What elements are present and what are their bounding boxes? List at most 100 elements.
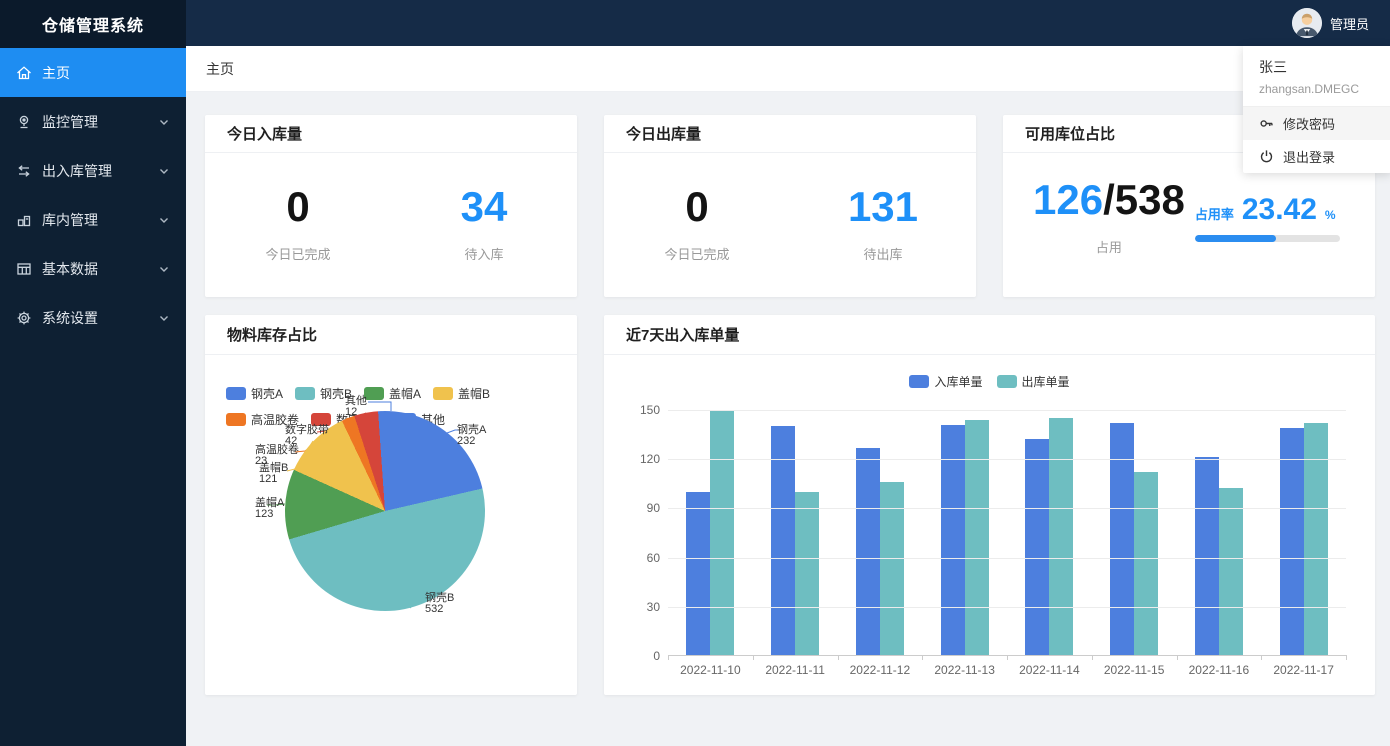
outbound-pending-label: 待出库: [863, 244, 902, 263]
inbound-card-title: 今日入库量: [205, 115, 577, 153]
gridline: [668, 558, 1346, 559]
bar: [795, 492, 819, 655]
x-axis-tick: [753, 655, 754, 660]
outbound-completed-label: 今日已完成: [664, 244, 729, 263]
gridline: [668, 410, 1346, 411]
gridline: [668, 607, 1346, 608]
legend-label: 钢壳A: [251, 385, 283, 402]
chevron-down-icon: [158, 165, 170, 177]
inbound-completed-value: 0: [286, 186, 309, 228]
pie-slice-label: 钢壳A232: [457, 425, 486, 447]
sidebar-item-label: 基本数据: [42, 259, 158, 279]
bar-plot-area: [668, 410, 1346, 656]
warehouse-boxes-icon: [16, 212, 32, 228]
content: 今日入库量 0 今日已完成 34 待入库 今日出库量: [186, 92, 1390, 746]
x-axis-tick-label: 2022-11-17: [1261, 663, 1346, 677]
logout-item[interactable]: 退出登录: [1243, 140, 1390, 173]
outbound-completed-value: 0: [685, 186, 708, 228]
power-icon: [1259, 149, 1274, 164]
monitor-icon: [16, 114, 32, 130]
x-axis-tick: [1007, 655, 1008, 660]
bar: [1025, 439, 1049, 655]
bar-legend: 入库单量 出库单量: [604, 373, 1375, 390]
inbound-pending-label: 待入库: [464, 244, 503, 263]
x-axis-tick-label: 2022-11-10: [668, 663, 753, 677]
legend-item[interactable]: 出库单量: [997, 373, 1070, 390]
pie-slice-label: 高温胶卷23: [255, 445, 299, 467]
legend-marker: [226, 413, 246, 426]
sidebar-item-label: 出入库管理: [42, 161, 158, 181]
x-axis-tick-label: 2022-11-13: [922, 663, 1007, 677]
change-password-item[interactable]: 修改密码: [1243, 107, 1390, 140]
legend-item[interactable]: 盖帽B: [433, 385, 490, 402]
capacity-separator: /: [1103, 176, 1115, 223]
bar: [1134, 472, 1158, 655]
user-menu-trigger[interactable]: 管理员: [1292, 8, 1369, 38]
x-axis-tick-label: 2022-11-16: [1177, 663, 1262, 677]
user-role-label: 管理员: [1330, 14, 1369, 33]
sidebar-item-basedata[interactable]: 基本数据: [0, 244, 186, 293]
capacity-rate-line: 占用率 23.42 %: [1195, 193, 1351, 227]
bar: [710, 410, 734, 655]
bar-group: [1261, 410, 1346, 655]
legend-label: 盖帽B: [458, 385, 490, 402]
gear-icon: [16, 310, 32, 326]
outbound-pending-value: 131: [848, 186, 918, 228]
user-name: 张三: [1259, 57, 1375, 77]
bar-x-axis-labels: 2022-11-102022-11-112022-11-122022-11-13…: [668, 663, 1346, 677]
y-axis-tick-label: 60: [647, 551, 660, 565]
x-axis-tick: [1177, 655, 1178, 660]
bar-group: [668, 410, 753, 655]
y-axis-tick-label: 120: [640, 452, 660, 466]
outbound-card-title: 今日出库量: [604, 115, 976, 153]
bar: [686, 492, 710, 655]
sidebar-item-warehouse[interactable]: 库内管理: [0, 195, 186, 244]
x-axis-tick: [668, 655, 669, 660]
user-dropdown-info: 张三 zhangsan.DMEGC: [1243, 46, 1390, 106]
inbound-completed-label: 今日已完成: [265, 244, 330, 263]
inbound-card-body: 0 今日已完成 34 待入库: [205, 153, 577, 296]
legend-item[interactable]: 钢壳A: [226, 385, 283, 402]
inbound-pending-value: 34: [461, 186, 508, 228]
sidebar-item-monitor[interactable]: 监控管理: [0, 97, 186, 146]
pie-slice-label: 盖帽A123: [255, 498, 284, 520]
avatar: [1292, 8, 1322, 38]
outbound-card: 今日出库量 0 今日已完成 131 待出库: [604, 115, 976, 297]
sidebar-item-settings[interactable]: 系统设置: [0, 293, 186, 342]
legend-label: 出库单量: [1022, 373, 1070, 390]
legend-item[interactable]: 盖帽A: [364, 385, 421, 402]
app-root: 仓储管理系统 主页 监控管理 出入库管理 库内管理: [0, 0, 1390, 746]
legend-item[interactable]: 入库单量: [909, 373, 982, 390]
change-password-label: 修改密码: [1283, 114, 1335, 133]
user-dropdown: 张三 zhangsan.DMEGC 修改密码 退出登录: [1243, 46, 1390, 173]
user-account: zhangsan.DMEGC: [1259, 82, 1375, 96]
y-axis-tick-label: 0: [653, 649, 660, 663]
x-axis-tick-label: 2022-11-15: [1092, 663, 1177, 677]
sidebar-item-inout[interactable]: 出入库管理: [0, 146, 186, 195]
capacity-rate-label: 占用率: [1195, 204, 1234, 223]
sidebar-item-home[interactable]: 主页: [0, 48, 186, 97]
legend-label: 盖帽A: [389, 385, 421, 402]
x-axis-tick-label: 2022-11-14: [1007, 663, 1092, 677]
pie-chart-title: 物料库存占比: [205, 315, 577, 355]
breadcrumb: 主页: [186, 46, 1390, 92]
app-title: 仓储管理系统: [0, 0, 186, 48]
bar: [856, 448, 880, 655]
bar: [1280, 428, 1304, 655]
stat-cards-row: 今日入库量 0 今日已完成 34 待入库 今日出库量: [205, 115, 1375, 297]
capacity-card-body: 126/538 占用 占用率 23.42 %: [1003, 153, 1375, 296]
home-icon: [16, 65, 32, 81]
bar-group: [922, 410, 1007, 655]
y-axis-tick-label: 30: [647, 600, 660, 614]
capacity-used-value: 126: [1033, 176, 1103, 223]
capacity-usage: 126/538 占用: [1023, 179, 1195, 256]
occupancy-progress-track: [1195, 235, 1340, 242]
pie-slice-label: 其他12: [345, 396, 367, 418]
sidebar-item-label: 监控管理: [42, 112, 158, 132]
bar-group: [1177, 410, 1262, 655]
legend-item[interactable]: 钢壳B: [295, 385, 352, 402]
y-axis-tick-label: 150: [640, 403, 660, 417]
legend-label: 入库单量: [934, 373, 982, 390]
sidebar-item-label: 系统设置: [42, 308, 158, 328]
legend-marker: [909, 375, 929, 388]
